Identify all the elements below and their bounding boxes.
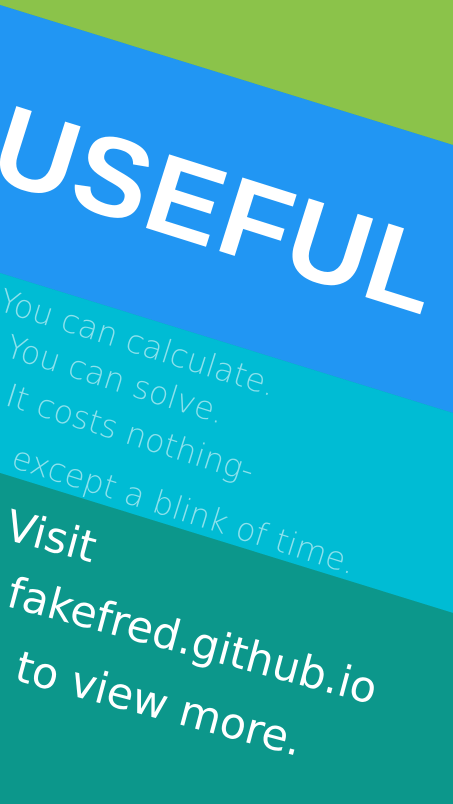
promo-banner: USEFUL You can calculate. You can solve.… (0, 0, 453, 804)
